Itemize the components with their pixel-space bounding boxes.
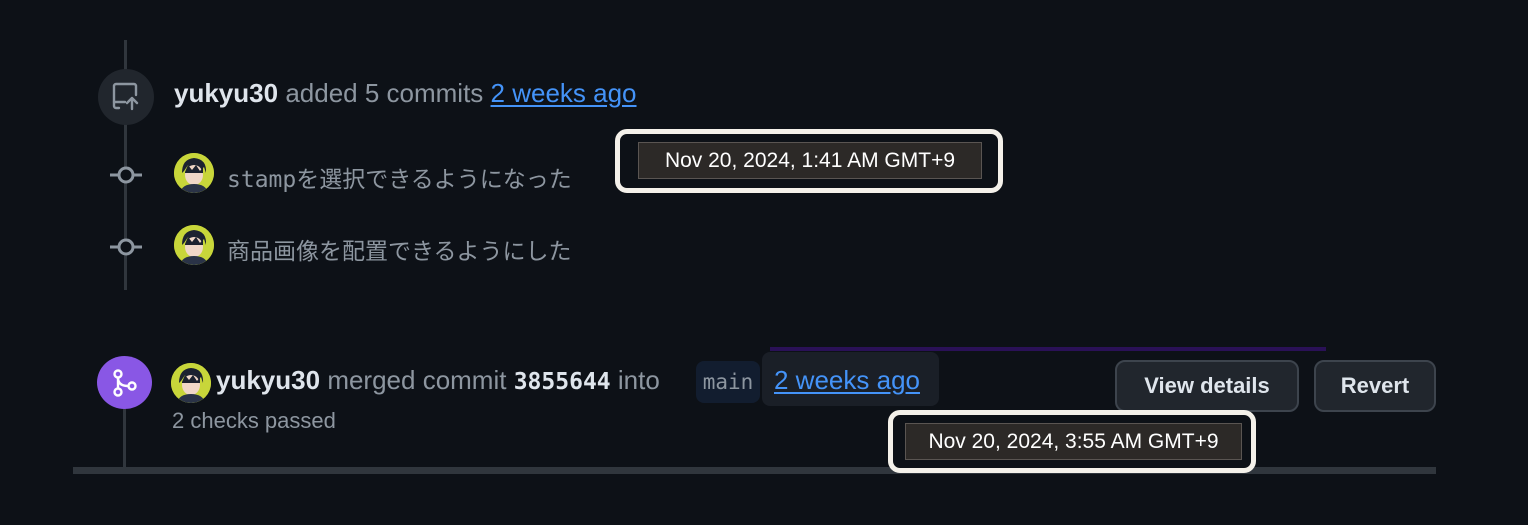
avatar[interactable] (171, 363, 211, 403)
checks-status[interactable]: 2 checks passed (172, 408, 336, 434)
merge-action-text: merged commit (327, 365, 507, 395)
timestamp-tooltip-text: Nov 20, 2024, 1:41 AM GMT+9 (638, 142, 982, 179)
avatar-icon (174, 153, 214, 193)
merge-time-link[interactable]: 2 weeks ago (774, 365, 920, 395)
repo-push-icon (112, 82, 139, 111)
branch-name-chip[interactable]: main (696, 361, 760, 403)
avatar-icon (171, 363, 211, 403)
merge-author-link[interactable]: yukyu30 (216, 365, 320, 395)
push-event-badge (98, 69, 154, 125)
merge-time-link-wrap: 2 weeks ago (774, 365, 920, 396)
accent-line (770, 347, 1326, 351)
merge-into-text: into (617, 365, 660, 395)
revert-button[interactable]: Revert (1314, 360, 1436, 412)
commit-node-icon (110, 166, 142, 184)
merge-event-badge (97, 356, 152, 409)
git-merge-icon (112, 368, 137, 397)
push-time-link[interactable]: 2 weeks ago (491, 78, 637, 108)
commit-node-icon (110, 238, 142, 256)
push-action-text: added 5 commits (285, 78, 484, 108)
avatar[interactable] (174, 153, 214, 193)
view-details-button[interactable]: View details (1115, 360, 1299, 412)
commit-message-link[interactable]: 商品画像を配置できるようにした (227, 232, 572, 266)
timestamp-tooltip-text: Nov 20, 2024, 3:55 AM GMT+9 (905, 423, 1242, 460)
commit-sha-link[interactable]: 3855644 (514, 369, 611, 395)
push-author-link[interactable]: yukyu30 (174, 78, 278, 108)
commit-message-link[interactable]: stampを選択できるようになった (227, 160, 572, 194)
push-event-header: yukyu30 added 5 commits 2 weeks ago (174, 78, 637, 109)
merge-event-header: yukyu30 merged commit 3855644 into (216, 365, 660, 396)
avatar[interactable] (174, 225, 214, 265)
avatar-icon (174, 225, 214, 265)
